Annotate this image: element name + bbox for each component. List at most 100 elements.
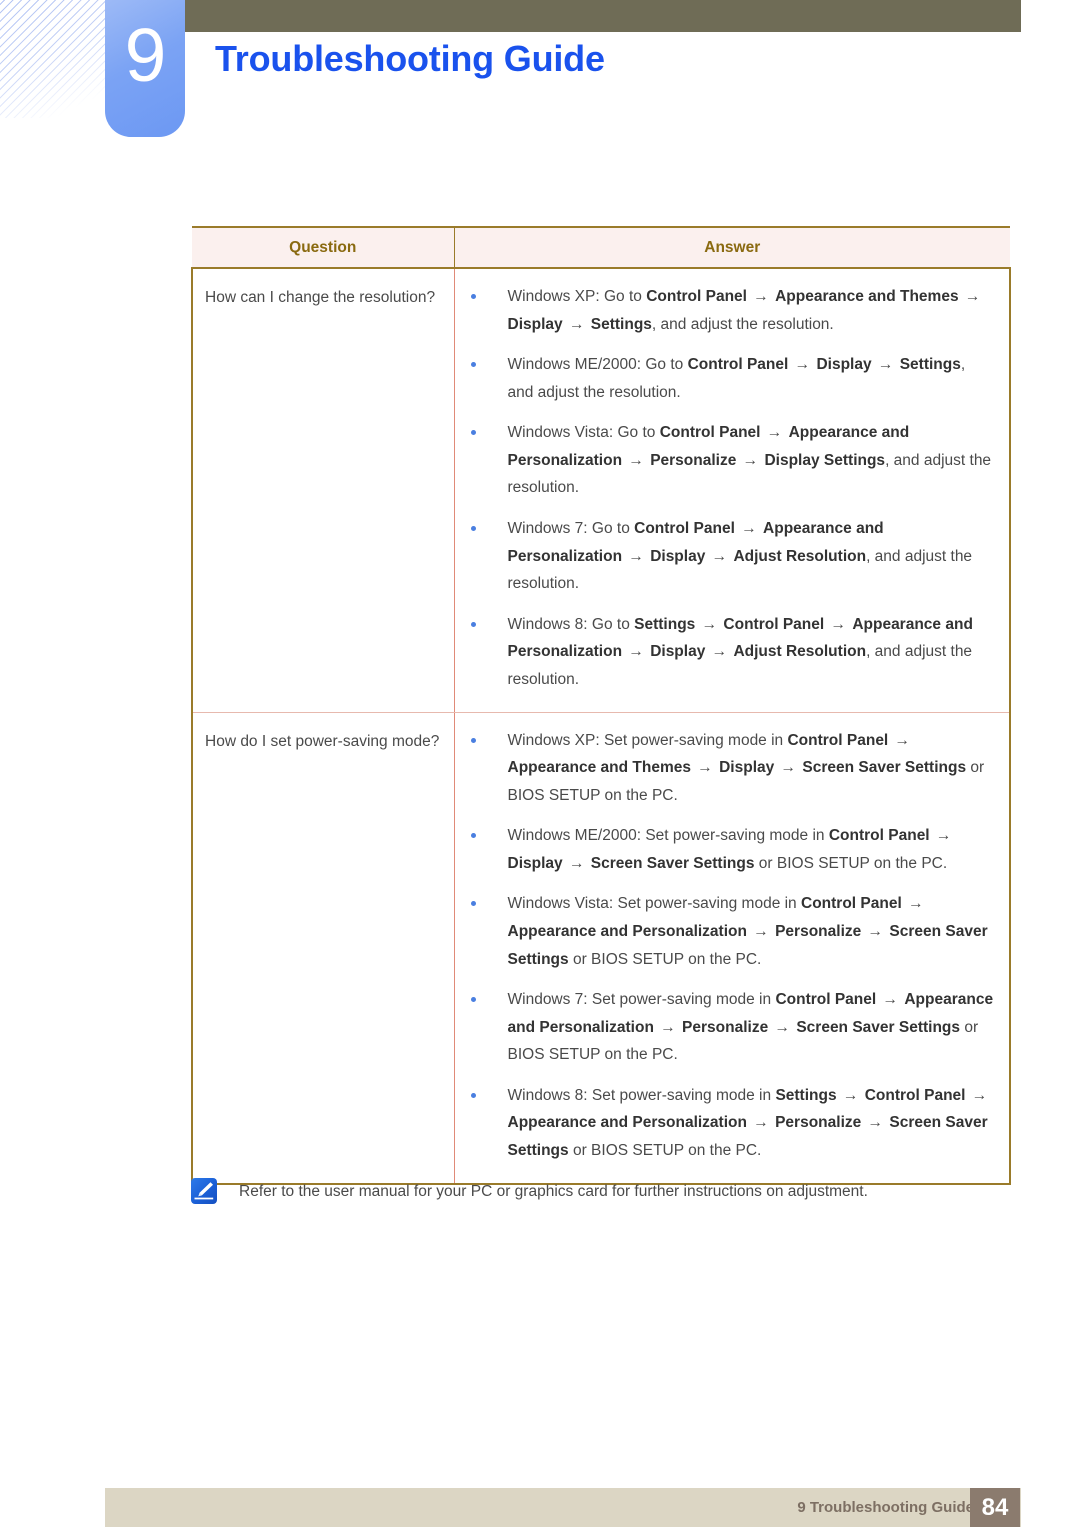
arrow-icon: → [762, 424, 787, 442]
answer-cell: Windows XP: Set power-saving mode in Con… [454, 712, 1011, 1185]
ui-path-token: Adjust Resolution [733, 547, 867, 565]
ui-path-token: Personalize [775, 922, 862, 940]
ui-path-token: Display [650, 643, 706, 661]
arrow-icon: → [624, 643, 649, 661]
ui-path-token: Personalize [650, 451, 737, 469]
table-row: How can I change the resolution? Windows … [191, 268, 1011, 713]
ui-path-token: Appearance and Themes [775, 288, 959, 305]
ui-path-token: Settings [590, 315, 652, 333]
ui-path-token: Settings [634, 615, 696, 633]
answer-text: Windows Vista: Go to [507, 424, 660, 442]
answer-list: Windows XP: Go to Control Panel → Appear… [463, 283, 996, 694]
ui-path-token: Display [816, 356, 872, 374]
answer-cell: Windows XP: Go to Control Panel → Appear… [454, 268, 1011, 713]
ui-path-token: Control Panel [775, 991, 877, 1009]
arrow-icon: → [890, 731, 911, 749]
ui-path-token: Control Panel [864, 1086, 966, 1104]
answer-text: Windows 7: Go to [507, 520, 635, 538]
faq-table: Question Answer How can I change the res… [191, 226, 1011, 1185]
answer-text: or BIOS SETUP on the PC. [568, 950, 762, 968]
answer-item: Windows Vista: Set power-saving mode in … [463, 890, 996, 973]
arrow-icon: → [776, 759, 801, 777]
table-header-row: Question Answer [192, 226, 1010, 269]
ui-path-token: Screen Saver Settings [590, 854, 755, 872]
answer-text: , and adjust the resolution. [651, 315, 834, 333]
arrow-icon: → [748, 288, 774, 305]
header-accent-bar [185, 0, 1021, 32]
arrow-icon: → [692, 759, 718, 777]
arrow-icon: → [697, 615, 722, 633]
answer-text: or BIOS SETUP on the PC. [568, 1142, 762, 1160]
answer-text: Windows XP: Go to [507, 288, 647, 305]
question-cell: How can I change the resolution? [191, 268, 455, 713]
ui-path-token: Settings [775, 1086, 837, 1104]
answer-item: Windows ME/2000: Go to Control Panel → D… [463, 351, 996, 406]
answer-text: Windows 8: Go to [507, 615, 635, 633]
answer-item: Windows ME/2000: Set power-saving mode i… [463, 822, 996, 877]
corner-hatch-decoration [0, 0, 108, 118]
footer-label: 9 Troubleshooting Guide [797, 1499, 974, 1516]
answer-text: Windows 8: Set power-saving mode in [507, 1086, 776, 1104]
ui-path-token: Appearance and Themes [507, 759, 691, 777]
ui-path-token: Appearance and Personalization [507, 922, 747, 940]
answer-item: Windows XP: Go to Control Panel → Appear… [463, 283, 996, 338]
table-body: How can I change the resolution? Windows … [191, 268, 1011, 1185]
ui-path-token: Screen Saver Settings [796, 1018, 961, 1036]
arrow-icon: → [707, 643, 732, 661]
answer-text: Windows 7: Set power-saving mode in [507, 991, 776, 1009]
answer-item: Windows XP: Set power-saving mode in Con… [463, 727, 996, 810]
ui-path-token: Control Panel [634, 520, 735, 538]
ui-path-token: Display Settings [764, 451, 886, 469]
arrow-icon: → [873, 356, 898, 374]
arrow-icon: → [564, 315, 589, 333]
arrow-icon: → [748, 1114, 774, 1132]
ui-path-token: Adjust Resolution [733, 643, 867, 661]
answer-text: Windows ME/2000: Go to [507, 356, 688, 374]
ui-path-token: Settings [899, 356, 961, 374]
ui-path-token: Display [719, 759, 775, 777]
ui-path-token: Control Panel [801, 895, 902, 913]
arrow-icon: → [707, 547, 732, 565]
page-number: 84 [970, 1488, 1020, 1527]
arrow-icon: → [564, 854, 589, 872]
arrow-icon: → [838, 1086, 863, 1104]
answer-item: Windows 7: Set power-saving mode in Cont… [463, 986, 996, 1069]
answer-item: Windows Vista: Go to Control Panel → App… [463, 419, 996, 502]
ui-path-token: Display [507, 854, 563, 872]
ui-path-token: Screen Saver Settings [802, 759, 967, 777]
ui-path-token: Control Panel [646, 288, 747, 305]
arrow-icon: → [736, 520, 762, 538]
note-pen-icon [191, 1178, 217, 1204]
answer-list: Windows XP: Set power-saving mode in Con… [463, 727, 996, 1165]
ui-path-token: Control Panel [723, 615, 825, 633]
arrow-icon: → [624, 451, 649, 469]
note-text: Refer to the user manual for your PC or … [239, 1183, 868, 1200]
arrow-icon: → [738, 451, 763, 469]
arrow-icon: → [863, 922, 888, 940]
answer-item: Windows 7: Go to Control Panel → Appeara… [463, 515, 996, 598]
column-header-question: Question [192, 226, 455, 269]
ui-path-token: Control Panel [828, 827, 930, 845]
arrow-icon: → [655, 1018, 681, 1036]
page-title: Troubleshooting Guide [215, 38, 605, 79]
answer-text: Windows Vista: Set power-saving mode in [507, 895, 801, 913]
column-header-answer: Answer [454, 226, 1010, 269]
arrow-icon: → [790, 356, 815, 374]
arrow-icon: → [748, 922, 774, 940]
ui-path-token: Appearance and Personalization [507, 1114, 747, 1132]
ui-path-token: Control Panel [687, 356, 789, 374]
ui-path-token: Control Panel [659, 424, 761, 442]
answer-item: Windows 8: Go to Settings → Control Pane… [463, 611, 996, 694]
ui-path-token: Display [650, 547, 706, 565]
arrow-icon: → [903, 895, 924, 913]
answer-item: Windows 8: Set power-saving mode in Sett… [463, 1082, 996, 1165]
table-row: How do I set power-saving mode? Windows X… [191, 712, 1011, 1185]
answer-text: Windows ME/2000: Set power-saving mode i… [507, 827, 829, 845]
arrow-icon: → [931, 827, 952, 845]
arrow-icon: → [826, 615, 851, 633]
arrow-icon: → [960, 288, 981, 305]
table-header: Question Answer [192, 226, 1010, 269]
arrow-icon: → [967, 1086, 988, 1104]
ui-path-token: Control Panel [787, 731, 889, 749]
answer-text: or BIOS SETUP on the PC. [754, 854, 948, 872]
